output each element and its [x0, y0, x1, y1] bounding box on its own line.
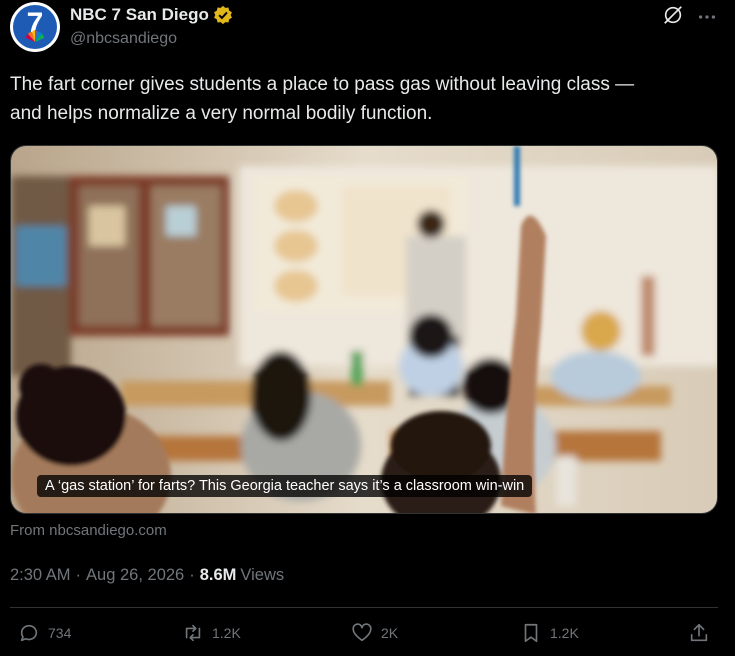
reply-count: 734 — [48, 625, 72, 641]
heart-icon — [352, 623, 372, 642]
reply-icon — [20, 624, 38, 642]
bookmark-count: 1.2K — [550, 625, 579, 641]
avatar[interactable]: 7 — [10, 2, 60, 52]
classroom-photo — [11, 146, 717, 513]
views-label: Views — [240, 566, 285, 584]
meta-separator: · — [75, 566, 82, 584]
display-name[interactable]: NBC 7 San Diego — [70, 5, 209, 25]
repost-icon — [185, 624, 201, 642]
like-count: 2K — [381, 625, 399, 641]
verified-badge-icon[interactable] — [213, 5, 233, 25]
link-card-caption: A ‘gas station’ for farts? This Georgia … — [37, 475, 533, 497]
like-button[interactable]: 2K — [351, 622, 398, 644]
tweet-text-line: The fart corner gives students a place t… — [10, 74, 635, 95]
more-icon[interactable] — [696, 6, 718, 28]
share-button[interactable] — [688, 622, 718, 644]
tweet-header: 7 NBC 7 San Diego @nbcsandiego — [10, 2, 725, 54]
tweet-text-line: and helps normalize a very normal bodily… — [10, 103, 433, 124]
link-card-image[interactable]: A ‘gas station’ for farts? This Georgia … — [10, 145, 718, 514]
peacock-icon — [26, 30, 44, 42]
tweet-time[interactable]: 2:30 AM — [10, 566, 71, 585]
avatar-logo: 7 — [13, 5, 57, 49]
tweet-meta: 2:30 AM · Aug 26, 2026 · 8.6M Views — [10, 566, 284, 585]
link-source[interactable]: From nbcsandiego.com — [10, 522, 167, 539]
repost-button[interactable]: 1.2K — [182, 622, 241, 644]
tweet-text: The fart corner gives students a place t… — [10, 70, 710, 128]
repost-count: 1.2K — [212, 625, 241, 641]
handle[interactable]: @nbcsandiego — [70, 30, 177, 48]
reply-button[interactable]: 734 — [18, 622, 71, 644]
name-row: NBC 7 San Diego — [70, 5, 233, 25]
divider — [10, 607, 718, 608]
views-count: 8.6M — [199, 566, 237, 584]
action-bar: 734 1.2K 2K 1.2K — [10, 622, 718, 652]
bookmark-icon — [524, 623, 538, 643]
share-icon — [690, 623, 708, 642]
grok-icon[interactable] — [662, 4, 684, 26]
tweet-date[interactable]: Aug 26, 2026 — [86, 566, 184, 585]
bookmark-button[interactable]: 1.2K — [520, 622, 579, 644]
meta-separator: · — [189, 566, 195, 584]
